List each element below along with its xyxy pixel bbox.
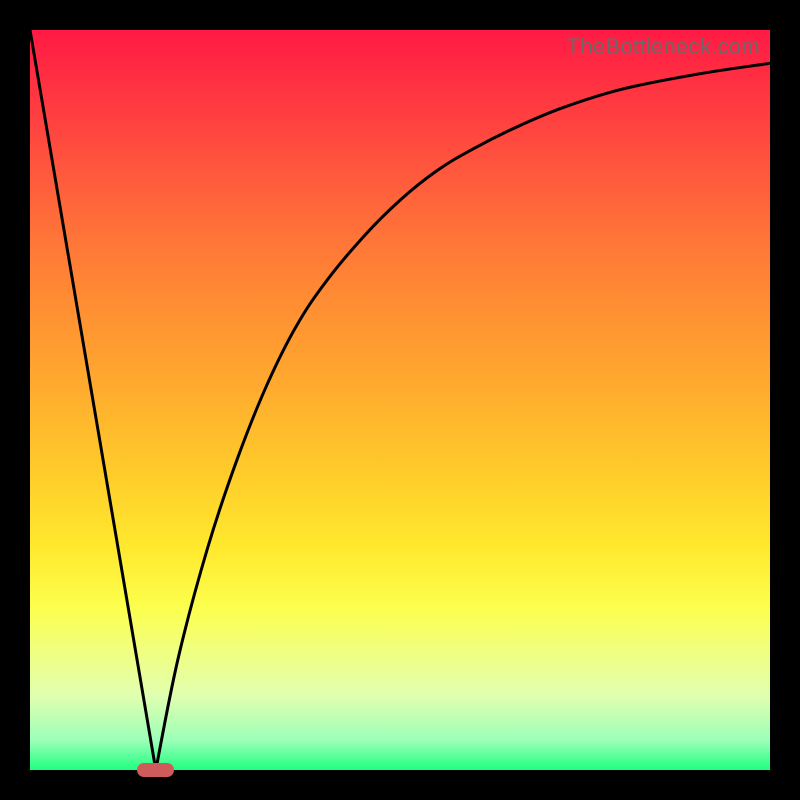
right-curve-path bbox=[156, 63, 770, 770]
valley-marker bbox=[137, 763, 174, 777]
plot-area: TheBottleneck.com bbox=[30, 30, 770, 770]
left-line-path bbox=[30, 30, 156, 770]
curve-layer bbox=[30, 30, 770, 770]
chart-frame: TheBottleneck.com bbox=[0, 0, 800, 800]
